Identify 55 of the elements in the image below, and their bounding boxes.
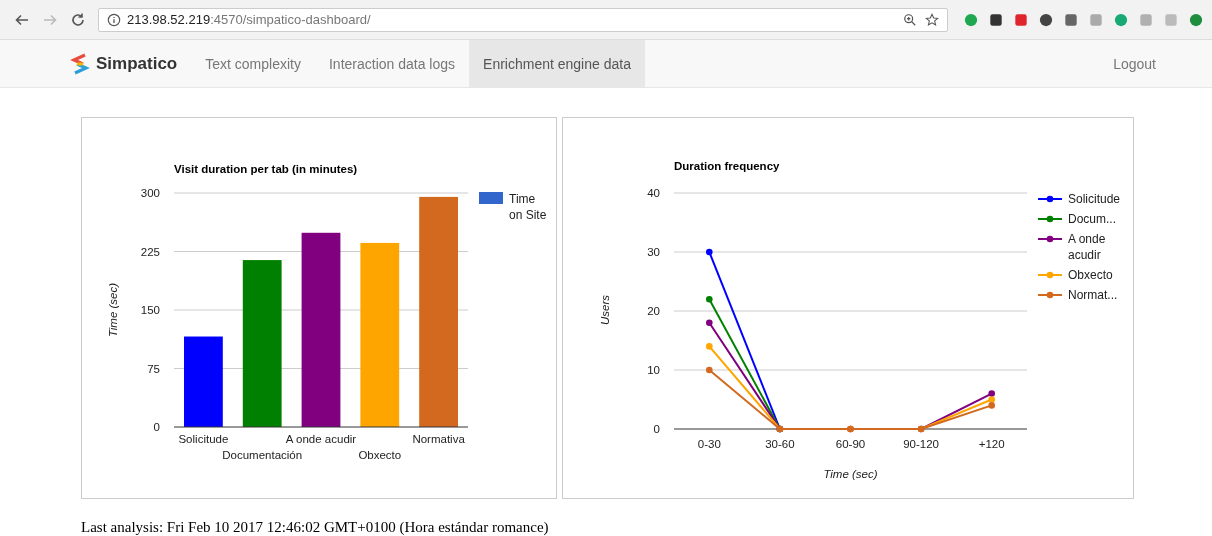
star-icon[interactable] — [925, 12, 939, 27]
axis-tick-label: 10 — [647, 364, 660, 376]
legend-label: Time on Site — [509, 191, 548, 223]
logout-link[interactable]: Logout — [1113, 40, 1156, 87]
brand-name: Simpatico — [96, 53, 178, 74]
extension-icon[interactable] — [1039, 12, 1053, 27]
point — [988, 396, 995, 403]
axis-tick-label: 20 — [647, 305, 660, 317]
legend-label: Normat... — [1068, 287, 1119, 303]
category-label: Normativa — [412, 433, 465, 445]
axis-tick-label: 0 — [653, 423, 660, 435]
nav-tab[interactable]: Enrichment engine data — [469, 40, 645, 87]
nav-tab[interactable]: Interaction data logs — [314, 40, 470, 87]
chart-title: Visit duration per tab (in minutes) — [174, 163, 358, 175]
category-label: 0-30 — [697, 438, 721, 450]
point — [988, 402, 995, 409]
axis-tick-label: 225 — [140, 245, 160, 258]
axis-tick-label: 300 — [140, 187, 160, 199]
point — [706, 343, 713, 350]
point — [706, 366, 713, 374]
logo-icon — [70, 52, 90, 75]
point — [706, 295, 713, 303]
point — [706, 248, 713, 256]
category-label: Solicitude — [178, 433, 229, 445]
legend-label: Solicitude — [1068, 191, 1122, 207]
axis-title: Time (sec) — [823, 468, 878, 480]
category-label: +120 — [978, 438, 1005, 450]
axis-tick-label: 150 — [140, 304, 160, 316]
axis-tick-label: 40 — [647, 187, 660, 199]
nav-tab[interactable]: Text complexity — [191, 40, 315, 87]
category-label: 30-60 — [765, 438, 795, 450]
category-label: Documentación — [222, 449, 303, 461]
brand-logo[interactable]: Simpatico — [70, 40, 178, 87]
legend-label: A onde acudir — [1068, 231, 1107, 263]
reload-icon[interactable] — [70, 11, 86, 28]
axis-tick-label: 75 — [147, 362, 160, 375]
axis-tick-label: 30 — [647, 246, 660, 258]
category-label: Obxecto — [358, 449, 402, 461]
address-bar[interactable]: 213.98.52.219:4570/simpatico-dashboard/ — [98, 7, 948, 32]
axis-tick-label: 0 — [153, 421, 160, 433]
info-icon[interactable] — [107, 12, 121, 27]
extension-icon[interactable] — [989, 12, 1003, 27]
legend-label: Obxecto — [1068, 267, 1114, 283]
category-label: 90-120 — [903, 438, 939, 450]
last-analysis-text: Last analysis: Fri Feb 10 2017 12:46:02 GMT+0100 (Hora estándar romance) — [80, 518, 550, 536]
point — [988, 390, 995, 397]
axis-title: Users — [599, 295, 611, 325]
point — [706, 319, 713, 327]
axis-title: Time (sec) — [107, 282, 119, 338]
chart-title: Duration frequency — [674, 160, 780, 172]
extension-icon[interactable] — [1064, 12, 1078, 27]
category-label: A onde acudir — [285, 433, 357, 445]
zoom-icon[interactable] — [903, 12, 917, 27]
legend-label: Docum... — [1068, 211, 1117, 227]
category-label: 60-90 — [835, 438, 866, 450]
